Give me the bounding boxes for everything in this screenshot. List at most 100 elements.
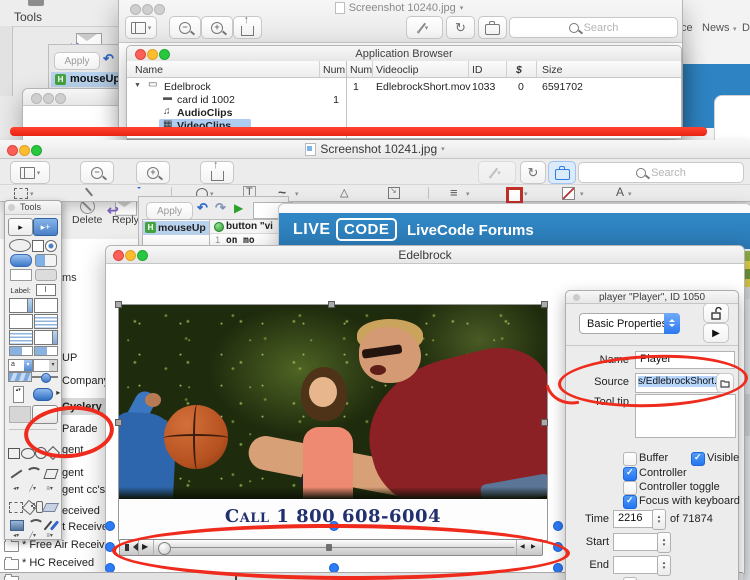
fill-color-button[interactable] [562,187,575,200]
start-field[interactable] [613,533,661,551]
polygon-tool[interactable] [43,469,58,479]
close-button[interactable] [135,49,146,60]
handler-row-selected[interactable]: H mouseUp [143,221,209,235]
eraser-tool[interactable] [42,503,59,512]
focus-checkbox[interactable] [623,495,637,509]
zoom-button[interactable] [31,145,42,156]
rotate-button[interactable]: ↻ [520,161,546,184]
image-tool[interactable] [9,406,31,423]
rotate-button[interactable]: ↻ [446,16,475,39]
col-header-clip-num[interactable]: Num [350,64,372,76]
arrow-option-icon[interactable]: ◂▾ [13,485,19,492]
selection-handle-blue[interactable] [553,521,563,531]
bordered-field-tool[interactable] [34,298,58,313]
scale-tool[interactable] [34,346,58,356]
mailbox-item[interactable]: gent cc's [62,484,105,496]
disclosure-triangle-icon[interactable]: ▼ [134,82,141,89]
apply-button[interactable]: Apply [54,52,100,70]
rect-button-tool[interactable] [10,269,32,281]
palette-close-button[interactable] [573,294,580,301]
close-button[interactable] [130,4,141,15]
combo-box-tool[interactable] [33,359,58,372]
line-style-button[interactable]: ≡ [450,185,458,200]
minimize-button[interactable] [43,93,54,104]
zoom-button[interactable] [55,93,66,104]
search-input[interactable]: Search [509,17,678,38]
radio-tool[interactable] [45,240,57,252]
menu-button-tool[interactable] [33,388,53,401]
video-frame[interactable] [119,305,547,499]
col-header-size[interactable]: Size [542,64,562,76]
col-header-id[interactable]: ID [472,64,483,76]
mail-delete-button[interactable]: Delete [72,214,102,226]
arrow-option-icon[interactable]: ◂▾ [13,532,19,539]
nav-partial-2[interactable]: DV [742,22,750,34]
pen-option-icon[interactable]: ╱▾ [29,532,36,539]
time-stepper[interactable]: ▴▾ [652,509,666,530]
lock-button[interactable] [703,303,729,323]
adjust-size-button[interactable]: ↘ [388,187,400,199]
zoom-button[interactable] [137,250,148,261]
mailbox-item[interactable]: nt Receive [56,521,108,533]
mailbox-item[interactable]: UP [62,352,77,364]
line-option-icon[interactable]: ≡▾ [46,485,53,492]
clip-row-id[interactable]: 1033 [472,81,495,93]
handler-row[interactable]: H mouseUp [51,72,127,87]
default-button-tool[interactable] [35,254,57,267]
mail-tools-label[interactable]: Tools [14,10,42,24]
property-section-popup[interactable]: Basic Properties [579,313,680,334]
start-stepper[interactable]: ▴▾ [657,532,671,553]
selection-handle[interactable] [541,301,548,308]
close-button[interactable] [113,250,124,261]
search-input[interactable]: Search [578,162,744,183]
run-icon[interactable]: ▶ [234,201,243,215]
selection-handle[interactable] [115,419,122,426]
col-header-num[interactable]: Num [323,64,345,76]
rounded-button-tool[interactable] [10,254,32,267]
fill-rect-tool[interactable] [10,520,24,531]
scrolling-field-tool[interactable] [34,330,58,345]
table-field-tool[interactable] [34,314,58,329]
markup-pen-button[interactable]: ▾ [478,161,516,184]
mailbox-item[interactable]: * HC Received [22,557,94,569]
col-header-videoclip[interactable]: Videoclip [376,64,418,76]
share-button[interactable] [200,161,234,184]
text-style-button[interactable]: A [616,185,624,199]
action-button[interactable]: ▶ [703,323,729,343]
mailbox-item[interactable]: eceived [62,505,100,517]
rect-shape-tool[interactable] [8,448,20,459]
field-tool[interactable] [9,298,33,313]
line-option-icon[interactable]: ≡▾ [46,532,53,539]
apply-button[interactable]: Apply [146,202,193,220]
script-column-icon[interactable]: $ [516,64,522,76]
list-field-tool[interactable] [9,330,33,345]
select-paint-tool[interactable] [9,502,23,513]
clip-row-size[interactable]: 6591702 [542,81,583,93]
minimize-button[interactable] [125,250,136,261]
pointer-tool-button[interactable]: ▸+ [33,218,58,236]
line-tool[interactable] [10,469,22,478]
sidebar-toggle-button[interactable]: ▾ [10,161,50,184]
scrollbar-tool[interactable] [9,346,33,356]
clip-row-name[interactable]: EdlebrockShort.mov [376,81,471,93]
player-object[interactable]: Call 1 800 608-6004 [118,304,548,541]
stepper-tool[interactable]: ▴▾ [13,386,24,403]
minimize-button[interactable] [142,4,153,15]
clip-row-script[interactable]: 0 [518,81,524,93]
markup-toolbox-button[interactable] [548,161,576,184]
minimize-button[interactable] [19,145,30,156]
mail-reply2-button[interactable]: Reply [112,214,139,226]
close-button[interactable] [31,93,42,104]
script-breadcrumb[interactable]: button "vi [210,220,288,234]
time-field[interactable]: 2216 [613,510,657,528]
instant-alpha-button[interactable] [85,188,93,197]
curve-tool[interactable] [26,467,42,480]
gray-button-tool[interactable] [35,269,57,281]
freehand-tool[interactable] [28,519,44,532]
browse-tool-button[interactable]: ▸ [8,218,33,236]
undo-icon[interactable]: ↶ [103,51,114,67]
sidebar-toggle-button[interactable]: ▾ [125,16,157,39]
zoom-button[interactable] [159,49,170,60]
palette-close-button[interactable] [8,204,15,211]
end-stepper[interactable]: ▴▾ [657,555,671,576]
